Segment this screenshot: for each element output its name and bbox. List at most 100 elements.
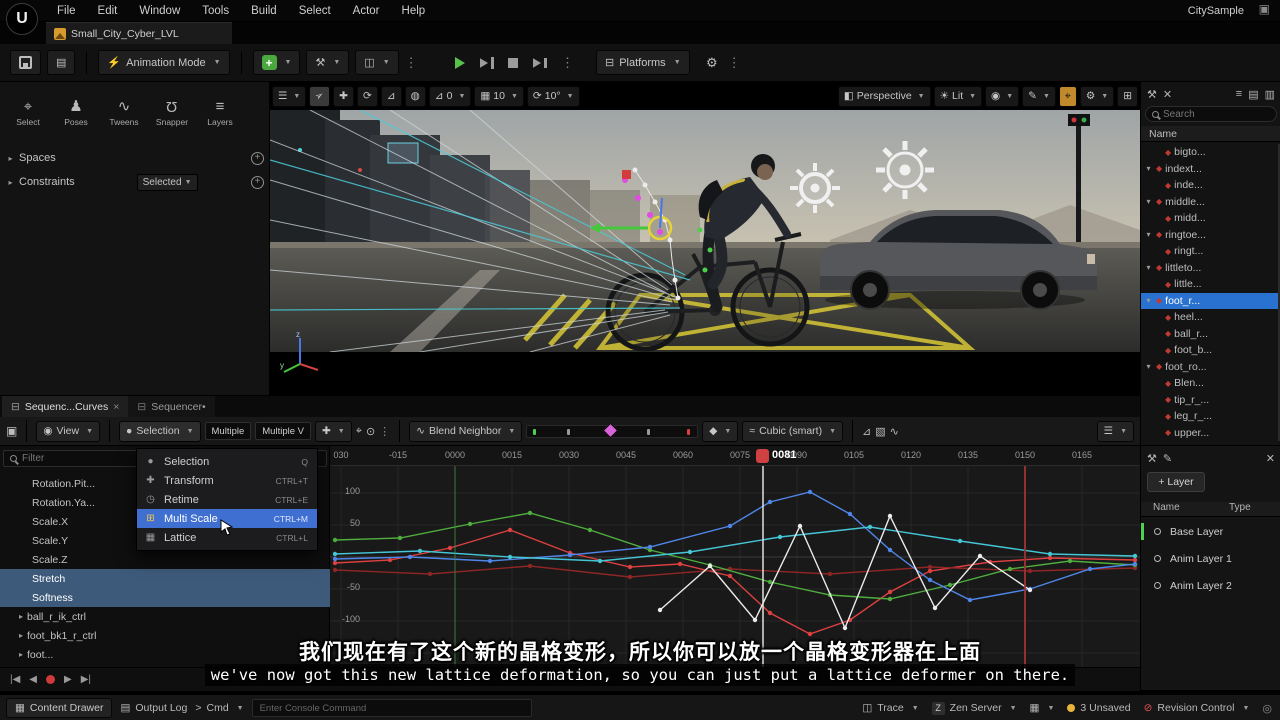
tab-sequencer-curves[interactable]: ⊟ Sequenc...Curves × bbox=[2, 396, 128, 417]
layers-settings-icon[interactable]: ⚒ bbox=[1147, 452, 1157, 465]
tool-select[interactable]: ⌖Select bbox=[6, 90, 50, 136]
rotate-tool-button[interactable]: ⟳ bbox=[357, 86, 378, 107]
stop-button[interactable] bbox=[508, 58, 518, 68]
maximize-viewport-icon[interactable]: ⊞ bbox=[1117, 86, 1138, 107]
cinematics-dropdown[interactable]: ◫▼ bbox=[355, 50, 398, 75]
toolbar-overflow-icon[interactable]: ⋮ bbox=[405, 55, 418, 71]
layer-radio-icon[interactable] bbox=[1154, 555, 1161, 562]
view-dropdown[interactable]: ◉ View▼ bbox=[36, 421, 100, 442]
outliner-row[interactable]: ◆leg_r_... bbox=[1141, 408, 1278, 425]
platforms-dropdown[interactable]: ⊟ Platforms▼ bbox=[596, 50, 690, 75]
outliner-pin-icon[interactable]: ▥ bbox=[1265, 88, 1275, 101]
context-menu-item-transform[interactable]: ✚TransformCTRL+T bbox=[137, 471, 317, 490]
outliner-settings-icon[interactable]: ⚒ bbox=[1147, 88, 1157, 101]
outliner-row[interactable]: ◆little... bbox=[1141, 276, 1278, 293]
outliner-row[interactable]: ◆midd... bbox=[1141, 210, 1278, 227]
curve-editor-menu-dropdown[interactable]: ☰▼ bbox=[1097, 421, 1134, 442]
menu-item-select[interactable]: Select bbox=[288, 0, 342, 22]
outliner-row[interactable]: ◆heel... bbox=[1141, 309, 1278, 326]
trace-dropdown[interactable]: ◫ Trace▼ bbox=[862, 702, 918, 714]
curve-tree-row[interactable]: Scale.Z bbox=[0, 550, 330, 569]
key-time-field[interactable]: Multiple bbox=[205, 422, 252, 440]
menu-item-file[interactable]: File bbox=[46, 0, 87, 22]
outliner-row[interactable]: ◆tip_r_... bbox=[1141, 392, 1278, 409]
settings-gear-icon[interactable]: ⚙ bbox=[706, 55, 718, 71]
flatten-icon[interactable]: ⊿ bbox=[862, 425, 871, 438]
surface-snap-dropdown[interactable]: ⊿ 0▼ bbox=[429, 86, 472, 107]
perspective-dropdown[interactable]: ◧ Perspective▼ bbox=[838, 86, 931, 107]
menu-item-edit[interactable]: Edit bbox=[87, 0, 129, 22]
tool-tweens[interactable]: ∿Tweens bbox=[102, 90, 146, 136]
outliner-row[interactable]: ▾◆foot_r... bbox=[1141, 293, 1278, 310]
unreal-logo-icon[interactable]: U bbox=[6, 3, 38, 35]
outliner-close-icon[interactable]: ✕ bbox=[1163, 88, 1172, 101]
tab-sequencer[interactable]: ⊟ Sequencer• bbox=[128, 396, 214, 417]
blend-neighbor-dropdown[interactable]: ∿ Blend Neighbor▼ bbox=[409, 421, 522, 442]
edit-layer-icon[interactable]: ✎ bbox=[1163, 452, 1172, 465]
view-mode-dropdown[interactable]: ☀ Lit▼ bbox=[934, 86, 982, 107]
output-log-button[interactable]: ▤ Output Log bbox=[120, 702, 187, 714]
tool-poses[interactable]: ♟Poses bbox=[54, 90, 98, 136]
add-content-dropdown[interactable]: +▼ bbox=[253, 50, 301, 75]
menu-item-window[interactable]: Window bbox=[128, 0, 191, 22]
constraints-filter-dropdown[interactable]: Selected▼ bbox=[137, 174, 198, 191]
content-browser-button[interactable]: ▤ bbox=[47, 50, 75, 75]
notifications-icon[interactable]: ◎ bbox=[1262, 702, 1272, 715]
menu-item-build[interactable]: Build bbox=[240, 0, 288, 22]
move-tool-button[interactable]: ✚ bbox=[333, 86, 354, 107]
level-tab[interactable]: Small_City_Cyber_LVL bbox=[46, 22, 232, 44]
curve-filter-icon[interactable]: ∿ bbox=[890, 425, 899, 438]
grid-snap-dropdown[interactable]: ▦ 10▼ bbox=[474, 86, 524, 107]
scrubber-handle[interactable] bbox=[603, 422, 619, 438]
content-drawer-button[interactable]: ▦ Content Drawer bbox=[6, 698, 112, 718]
marker-dropdown[interactable]: ◆▼ bbox=[702, 421, 738, 442]
time-ruler[interactable]: 030-015000000150030004500600075009001050… bbox=[330, 446, 1140, 466]
skip-end-button[interactable] bbox=[532, 57, 547, 69]
frame-step-button[interactable] bbox=[479, 57, 494, 69]
anim-layer-row[interactable]: Anim Layer 1 bbox=[1141, 545, 1280, 572]
anim-layer-row[interactable]: Base Layer bbox=[1141, 518, 1280, 545]
outliner-row[interactable]: ▾◆indext... bbox=[1141, 161, 1278, 178]
outliner-row[interactable]: ◆upper... bbox=[1141, 425, 1278, 442]
outliner-row[interactable]: ▾◆middle... bbox=[1141, 194, 1278, 211]
outliner-row[interactable]: ◆foot_b... bbox=[1141, 342, 1278, 359]
context-menu-item-selection[interactable]: ●SelectionQ bbox=[137, 452, 317, 471]
zen-server-dropdown[interactable]: Z Zen Server▼ bbox=[932, 702, 1017, 715]
select-tool-button[interactable]: ➢ bbox=[309, 86, 330, 107]
add-constraint-icon[interactable]: + bbox=[251, 176, 264, 189]
outliner-stack-icon[interactable]: ▤ bbox=[1248, 88, 1258, 101]
curve-graph-area[interactable]: 030-015000000150030004500600075009001050… bbox=[330, 446, 1140, 667]
selection-tool-dropdown[interactable]: ● Selection▼ bbox=[119, 421, 200, 442]
rotation-snap-dropdown[interactable]: ⟳ 10°▼ bbox=[527, 86, 580, 107]
normalize-icon[interactable]: ▧ bbox=[875, 425, 885, 438]
layer-radio-icon[interactable] bbox=[1154, 582, 1161, 589]
menu-item-help[interactable]: Help bbox=[391, 0, 437, 22]
save-button[interactable] bbox=[10, 50, 41, 75]
revision-control-dropdown[interactable]: ⊘ Revision Control▼ bbox=[1144, 702, 1250, 714]
editor-mode-dropdown[interactable]: ⚡ Animation Mode▼ bbox=[98, 50, 229, 75]
menu-item-tools[interactable]: Tools bbox=[191, 0, 240, 22]
tool-layers[interactable]: ≡Layers bbox=[198, 90, 242, 136]
close-icon[interactable]: ✕ bbox=[1266, 452, 1275, 465]
anim-mode-active-icon[interactable]: ⌖ bbox=[1059, 86, 1077, 107]
scale-tool-button[interactable]: ⊿ bbox=[381, 86, 402, 107]
world-coordinate-button[interactable]: ◍ bbox=[405, 86, 426, 107]
outliner-row[interactable]: ◆ball_r... bbox=[1141, 326, 1278, 343]
outliner-row[interactable]: ▾◆ringtoe... bbox=[1141, 227, 1278, 244]
spaces-section[interactable]: ▸ Spaces + bbox=[0, 148, 270, 168]
tool-snapper[interactable]: ΩSnapper bbox=[150, 90, 194, 136]
outliner-row[interactable]: ▾◆foot_ro... bbox=[1141, 359, 1278, 376]
outliner-list-icon[interactable]: ≡ bbox=[1236, 88, 1242, 100]
blueprints-dropdown[interactable]: ⚒▼ bbox=[306, 50, 349, 75]
curve-tree-row[interactable]: ▸ball_r_ik_ctrl bbox=[0, 607, 330, 626]
outliner-row[interactable]: ◆Blen... bbox=[1141, 375, 1278, 392]
viewport-options-dropdown[interactable]: ☰▼ bbox=[272, 86, 306, 107]
interpolation-dropdown[interactable]: ≈ Cubic (smart)▼ bbox=[742, 421, 843, 442]
cmd-dropdown[interactable]: > Cmd▼ bbox=[195, 702, 243, 714]
outliner-row[interactable]: ◆bigto... bbox=[1141, 144, 1278, 161]
outliner-row[interactable]: ◆ringt... bbox=[1141, 243, 1278, 260]
snap-icon[interactable]: ⊙ bbox=[366, 425, 375, 438]
viewport[interactable]: ☰▼ ➢ ✚ ⟳ ⊿ ◍ ⊿ 0▼ ▦ 10▼ ⟳ 10°▼ ◧ Perspec… bbox=[270, 82, 1140, 395]
console-command-input[interactable]: Enter Console Command bbox=[252, 699, 532, 717]
timeline-scrubber[interactable] bbox=[526, 425, 698, 438]
